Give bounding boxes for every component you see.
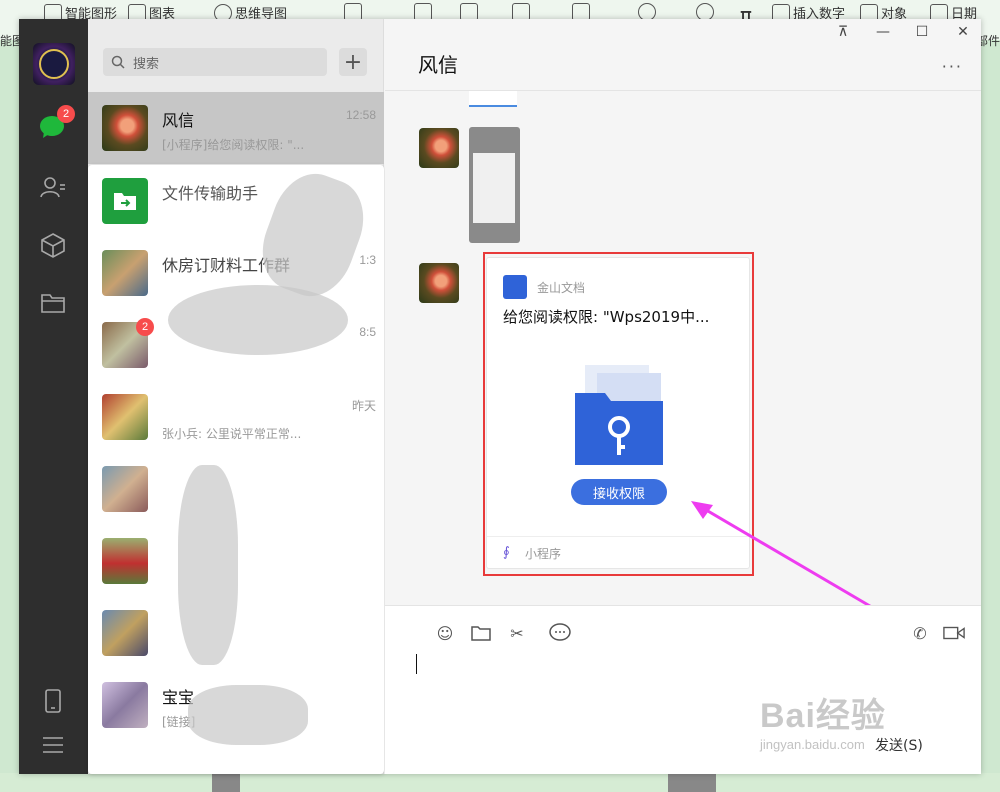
nav-files-button[interactable] — [37, 287, 69, 319]
rose-avatar-image — [102, 105, 148, 151]
privacy-smear — [178, 465, 238, 665]
chat-avatar — [102, 105, 148, 151]
add-chat-button[interactable]: + — [339, 48, 367, 76]
wps-document-bottom — [0, 773, 1000, 792]
privacy-smear — [168, 285, 348, 355]
search-icon — [111, 55, 125, 69]
folder-arrow-icon — [114, 193, 136, 210]
avatar-ring — [39, 49, 69, 79]
chat-preview: [小程序]给您阅读权限: "... — [162, 138, 305, 152]
folder-icon — [41, 294, 65, 313]
user-avatar[interactable] — [33, 43, 75, 85]
privacy-smear — [188, 685, 308, 745]
cube-icon — [41, 233, 65, 258]
search-placeholder: 搜索 — [133, 56, 160, 72]
text-caret — [416, 654, 417, 674]
chat-time: 12:58 — [345, 108, 376, 122]
search-input[interactable]: 搜索 — [103, 48, 327, 76]
contact-avatar — [102, 538, 148, 584]
nav-chats-button[interactable]: 2 — [37, 105, 75, 143]
screenshot-thumbnail — [473, 153, 515, 223]
chat-time: 1:3 — [359, 253, 376, 267]
chat-preview: 张小兵: 公里说平常正常... — [162, 427, 302, 441]
card-footer-label: 小程序 — [525, 547, 562, 561]
chat-item-fengxin[interactable]: 风信 12:58 [小程序]给您阅读权限: "... — [88, 92, 384, 164]
more-options-button[interactable]: ··· — [942, 57, 963, 76]
kingsoft-docs-icon — [503, 275, 527, 299]
mobile-phone-icon — [45, 689, 61, 713]
file-transfer-avatar — [102, 178, 148, 224]
screenshot-scissors-icon[interactable]: ✂ — [506, 622, 528, 644]
image-message[interactable] — [469, 91, 517, 107]
voice-call-icon[interactable]: ✆ — [909, 622, 931, 644]
rose-avatar-image — [419, 263, 459, 303]
group-avatar — [102, 250, 148, 296]
nav-mini-programs-button[interactable] — [37, 229, 69, 261]
conversation-title: 风信 — [418, 53, 458, 77]
nav-bar: 2 — [19, 19, 88, 774]
receive-permission-button[interactable]: 接收权限 — [571, 479, 667, 505]
contact-avatar — [102, 682, 148, 728]
mini-program-icon: ∮ — [503, 545, 510, 560]
folder-key-illustration-icon — [575, 365, 663, 465]
minimize-button[interactable]: — — [873, 24, 893, 40]
pin-window-button[interactable]: ⊼ — [833, 24, 853, 40]
hamburger-menu-icon — [43, 737, 63, 753]
chat-name: 文件传输助手 — [162, 184, 259, 203]
doc-image-block — [668, 773, 716, 792]
nav-contacts-button[interactable] — [37, 171, 69, 203]
emoji-icon[interactable]: ☺ — [434, 622, 456, 644]
conversation-header: 风信 ⊼ — ☐ ✕ ··· — [385, 19, 981, 91]
chat-history-icon[interactable] — [549, 622, 571, 644]
conversation-panel: 风信 ⊼ — ☐ ✕ ··· 金山文档 给您阅读权限: "Wps2019中... — [385, 19, 981, 774]
folder-icon[interactable] — [470, 622, 492, 644]
maximize-button[interactable]: ☐ — [912, 24, 932, 40]
watermark-url: jingyan.baidu.com — [760, 737, 865, 752]
card-title: 给您阅读权限: "Wps2019中... — [503, 308, 710, 326]
sender-avatar[interactable] — [419, 128, 459, 168]
folder-icon — [471, 626, 491, 641]
close-button[interactable]: ✕ — [953, 24, 973, 40]
card-brand: 金山文档 — [537, 281, 586, 295]
annotation-arrow-icon — [691, 501, 876, 611]
wechat-window: 2 搜索 + 风信 12:58 [小程序]给您阅读权限: "... 文件传输助手… — [19, 19, 981, 774]
group-avatar — [102, 610, 148, 656]
group-avatar — [102, 466, 148, 512]
unread-badge: 2 — [57, 105, 75, 123]
doc-image-block — [212, 773, 240, 792]
rose-avatar-image — [419, 128, 459, 168]
sender-avatar[interactable] — [419, 263, 459, 303]
watermark-brand: Bai经验 — [760, 697, 886, 735]
chat-history-icon — [549, 623, 571, 641]
unread-badge: 2 — [136, 318, 154, 336]
nav-menu-button[interactable] — [37, 729, 69, 761]
nav-phone-button[interactable] — [37, 685, 69, 717]
screenshot-message[interactable] — [469, 127, 520, 243]
contacts-icon — [40, 177, 65, 198]
baidu-watermark: Bai经验 jingyan.baidu.com — [760, 688, 886, 752]
chat-time: 8:5 — [359, 325, 376, 339]
chat-time: 昨天 — [351, 399, 376, 413]
chat-item-group[interactable]: 昨天 张小兵: 公里说平常正常... — [88, 381, 384, 453]
chat-name: 风信 — [162, 111, 195, 130]
group-avatar — [102, 394, 148, 440]
video-camera-icon — [943, 626, 965, 640]
message-input-area[interactable]: ☺ ✂ ✆ 发送(S) — [385, 605, 981, 774]
obscured-chat-list: 文件传输助手 休房订财料工作群 1:3 2 8:5 昨天 张小兵: 公里说平常正… — [88, 163, 384, 774]
video-call-icon[interactable] — [943, 622, 965, 644]
